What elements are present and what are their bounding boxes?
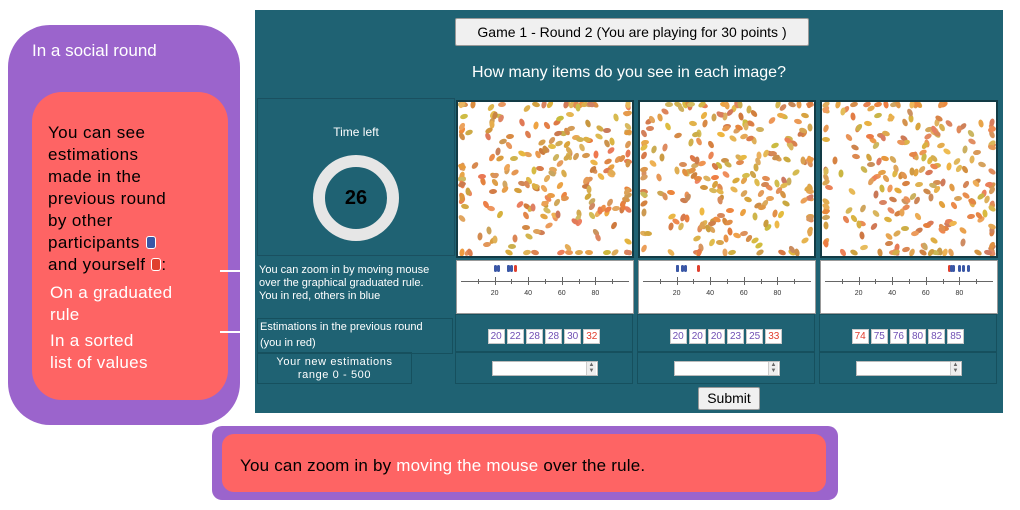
ruler-tick-label: 60 bbox=[739, 290, 748, 297]
previous-estimations-label: Estimations in the previous round (you i… bbox=[257, 318, 453, 354]
previous-estimations-2: 20 20 20 23 25 33 bbox=[637, 314, 815, 352]
other-estimate-marker bbox=[958, 265, 962, 272]
estimate-value: 25 bbox=[746, 329, 764, 344]
stimulus-image-3 bbox=[820, 100, 998, 258]
estimate-value: 82 bbox=[928, 329, 946, 344]
estimate-value: 20 bbox=[487, 329, 505, 344]
estimate-value: 28 bbox=[525, 329, 543, 344]
estimate-value: 80 bbox=[909, 329, 927, 344]
other-estimate-marker bbox=[966, 265, 970, 272]
annotation-title: In a social round bbox=[32, 41, 157, 60]
previous-estimations-1: 20 22 28 28 30 32 bbox=[455, 314, 633, 352]
annotation-social-round: In a social round You can see estimation… bbox=[8, 25, 240, 425]
timer-ring: 26 bbox=[313, 155, 399, 241]
other-estimate-marker bbox=[510, 265, 514, 272]
other-estimate-marker bbox=[951, 265, 955, 272]
estimate-value: 85 bbox=[947, 329, 965, 344]
annotation-zoom-text: You can zoom in by moving the mouse over… bbox=[240, 456, 646, 475]
stimulus-image-2 bbox=[638, 100, 816, 258]
other-estimate-marker bbox=[675, 265, 679, 272]
submit-button[interactable]: Submit bbox=[698, 387, 760, 410]
ruler-tick-label: 80 bbox=[591, 290, 600, 297]
estimate-value: 74 bbox=[851, 329, 869, 344]
estimate-value: 20 bbox=[669, 329, 687, 344]
timer-label: Time left bbox=[333, 125, 379, 139]
own-estimate-marker bbox=[513, 265, 517, 272]
annotation-graduated-rule: On a graduated rule bbox=[50, 283, 173, 324]
estimate-value: 22 bbox=[506, 329, 524, 344]
other-estimate-marker bbox=[496, 265, 500, 272]
graduated-rule-1[interactable]: 20 40 60 80 bbox=[456, 260, 634, 314]
question-text: How many items do you see in each image? bbox=[472, 64, 786, 81]
ruler-tick-label: 40 bbox=[524, 290, 533, 297]
ruler-tick-label: 40 bbox=[888, 290, 897, 297]
new-estimation-cell-3: ▲ ▼ bbox=[819, 352, 997, 384]
estimation-input-2[interactable]: ▲ ▼ bbox=[674, 361, 780, 376]
estimation-input-3[interactable]: ▲ ▼ bbox=[856, 361, 962, 376]
estimate-value: 23 bbox=[727, 329, 745, 344]
ruler-tick-label: 20 bbox=[490, 290, 499, 297]
timer-value: 26 bbox=[344, 187, 368, 209]
other-estimate-marker bbox=[961, 265, 965, 272]
stimulus-image-1 bbox=[456, 100, 634, 258]
ruler-help-text: You can zoom in by moving mouse over the… bbox=[259, 264, 430, 302]
other-estimate-marker bbox=[684, 265, 687, 272]
ruler-tick-label: 20 bbox=[672, 290, 681, 297]
estimate-value: 20 bbox=[707, 329, 725, 344]
others-marker-icon bbox=[145, 236, 156, 249]
graduated-rule-3[interactable]: 20 40 60 80 bbox=[820, 260, 998, 314]
timer-panel: Time left 26 bbox=[257, 98, 455, 256]
annotation-sorted-list: In a sorted list of values bbox=[50, 331, 148, 372]
estimate-value: 75 bbox=[870, 329, 888, 344]
annotation-zoom-box: You can zoom in by moving the mouse over… bbox=[222, 434, 826, 492]
new-estimation-label: Your new estimations range 0 - 500 bbox=[257, 352, 412, 384]
spinner-icon[interactable]: ▲ ▼ bbox=[768, 362, 778, 375]
ruler-tick-label: 20 bbox=[854, 290, 863, 297]
ruler-tick-label: 40 bbox=[706, 290, 715, 297]
ruler-tick-label: 80 bbox=[955, 290, 964, 297]
estimate-value: 28 bbox=[545, 329, 563, 344]
estimate-value: 76 bbox=[889, 329, 907, 344]
spinner-icon[interactable]: ▲ ▼ bbox=[950, 362, 960, 375]
game-panel: Game 1 - Round 2 (You are playing for 30… bbox=[255, 10, 1003, 413]
round-indicator-button[interactable]: Game 1 - Round 2 (You are playing for 30… bbox=[455, 18, 809, 46]
spinner-icon[interactable]: ▲ ▼ bbox=[586, 362, 596, 375]
graduated-rule-2[interactable]: 20 40 60 80 bbox=[638, 260, 816, 314]
estimation-input-1[interactable]: ▲ ▼ bbox=[492, 361, 598, 376]
new-estimation-cell-1: ▲ ▼ bbox=[455, 352, 633, 384]
estimate-value: 33 bbox=[765, 329, 783, 344]
annotation-intro: You can see estimations made in the prev… bbox=[48, 123, 167, 274]
previous-estimations-3: 74 75 76 80 82 85 bbox=[819, 314, 997, 352]
new-estimation-cell-2: ▲ ▼ bbox=[637, 352, 815, 384]
annotation-explanation: You can see estimations made in the prev… bbox=[32, 92, 228, 400]
estimate-value: 20 bbox=[688, 329, 706, 344]
estimate-value: 30 bbox=[564, 329, 582, 344]
ruler-tick-label: 60 bbox=[557, 290, 566, 297]
own-estimate-marker bbox=[697, 265, 701, 272]
own-marker-icon bbox=[151, 258, 162, 271]
ruler-tick-label: 80 bbox=[773, 290, 782, 297]
estimate-value: 32 bbox=[583, 329, 601, 344]
ruler-tick-label: 60 bbox=[921, 290, 930, 297]
